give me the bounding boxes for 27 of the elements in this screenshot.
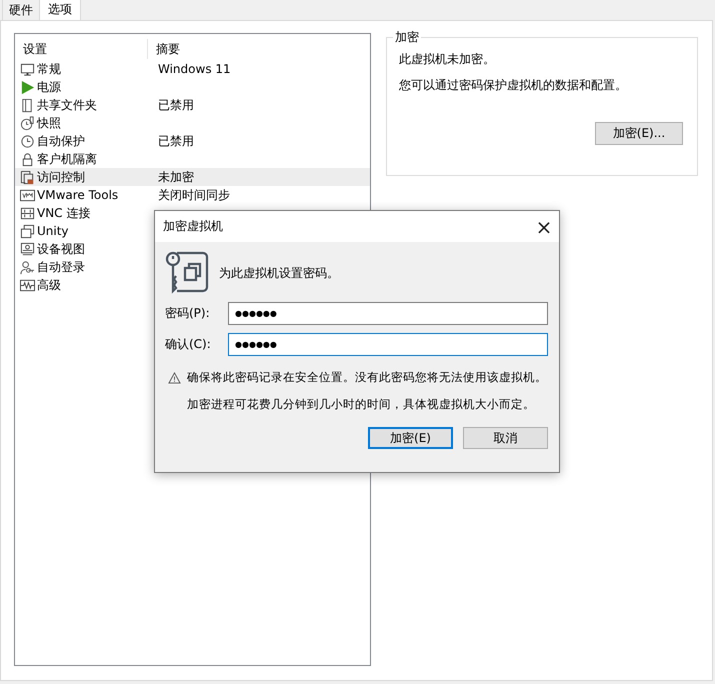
warning-text: 确保将此密码记录在安全位置。没有此密码您将无法使用该虚拟机。 <box>187 370 547 385</box>
status-text: 此虚拟机未加密。 <box>399 51 496 67</box>
setting-name: VNC 连接 <box>37 204 90 222</box>
setting-name: 自动登录 <box>37 258 85 276</box>
setting-name: 高级 <box>37 276 61 294</box>
group-title: 加密 <box>393 30 421 44</box>
setting-name: 访问控制 <box>37 168 85 186</box>
field-label: 确认(C): <box>165 336 212 353</box>
setting-name: 自动保护 <box>37 132 85 150</box>
field-label: 密码(P): <box>165 305 211 322</box>
prompt-text: 为此虚拟机设置密码。 <box>219 264 339 282</box>
setting-summary: 关闭时间同步 <box>158 188 230 202</box>
setting-summary: 未加密 <box>158 170 194 184</box>
description-text: 您可以通过密码保护虚拟机的数据和配置。 <box>399 77 628 93</box>
setting-name: 设备视图 <box>37 240 85 258</box>
setting-name: 共享文件夹 <box>37 96 97 114</box>
setting-summary: 已禁用 <box>158 98 194 112</box>
setting-name: 常规 <box>37 60 61 78</box>
setting-summary: Windows 11 <box>158 62 231 76</box>
setting-name: 快照 <box>37 114 61 132</box>
setting-name: Unity <box>37 224 69 238</box>
setting-name: 客户机隔离 <box>37 150 97 168</box>
note-text: 加密进程可花费几分钟到几小时的时间，具体视虚拟机大小而定。 <box>186 397 536 412</box>
setting-name: 电源 <box>37 78 61 96</box>
dialog-title: 加密虚拟机 <box>163 218 223 235</box>
setting-name: VMware Tools <box>37 188 118 202</box>
setting-summary: 已禁用 <box>158 134 194 148</box>
